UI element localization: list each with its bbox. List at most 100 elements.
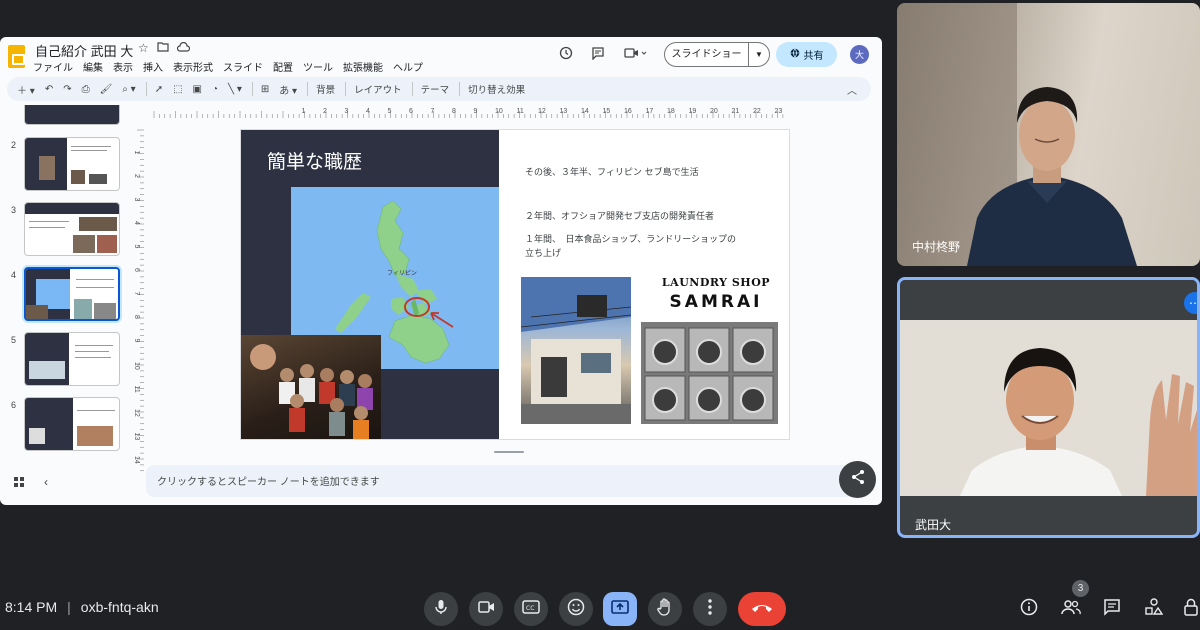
- menu-format[interactable]: 表示形式: [173, 59, 213, 74]
- ruler-label: 6: [133, 268, 140, 272]
- paint-format-icon[interactable]: 🖌︎: [100, 84, 113, 95]
- camera-icon: [477, 600, 495, 618]
- mic-button[interactable]: [424, 592, 458, 626]
- meeting-info-divider: |: [67, 599, 71, 615]
- ruler-label: 15: [603, 108, 611, 115]
- history-icon[interactable]: [559, 46, 573, 63]
- move-folder-icon[interactable]: [157, 41, 169, 55]
- info-icon[interactable]: [1020, 598, 1038, 621]
- meet-video-icon[interactable]: [624, 46, 648, 63]
- background-button[interactable]: 背景: [316, 82, 335, 96]
- layout-button[interactable]: レイアウト: [354, 82, 402, 96]
- thumbnail-slide-3[interactable]: [24, 202, 120, 256]
- slide-text-cebu[interactable]: その後、３年半、フィリピン セブ島で生活: [525, 166, 699, 180]
- text-style-label: あ: [279, 85, 290, 97]
- share-screen-fab[interactable]: [839, 461, 876, 498]
- ruler-label: 21: [732, 108, 740, 115]
- share-button[interactable]: 共有: [776, 42, 837, 67]
- menu-insert[interactable]: 挿入: [143, 59, 163, 74]
- tile-header: [900, 280, 1197, 320]
- toolbar-divider: [345, 82, 347, 96]
- toolbar: ＋ ▾ ↶ ↷ ⎙ 🖌︎ ⌕ ▾ ➚ ⬚ ▣ ◔ ╲ ▾ ⊞ あ ▾ 背景 レイ…: [7, 77, 871, 101]
- notes-resize-handle[interactable]: [494, 451, 524, 453]
- image-icon[interactable]: ▣: [193, 84, 202, 95]
- meeting-info: 8:14 PM | oxb-fntq-akn: [5, 599, 159, 615]
- ruler-label: 12: [538, 108, 546, 115]
- more-options-button[interactable]: [693, 592, 727, 626]
- document-title[interactable]: 自己紹介 武田 大: [35, 41, 133, 60]
- slide-text-offshore[interactable]: ２年間、オフショア開発セブ支店の開発責任者: [525, 210, 714, 224]
- theme-button[interactable]: テーマ: [421, 82, 450, 96]
- ruler-label: 2: [133, 174, 140, 178]
- print-icon[interactable]: ⎙: [82, 84, 90, 95]
- shop-exterior-image[interactable]: [521, 277, 631, 424]
- shape-icon[interactable]: ◔: [212, 84, 218, 95]
- more-options-icon[interactable]: ⋯: [1184, 292, 1197, 314]
- lock-icon[interactable]: [1184, 598, 1198, 621]
- reactions-button[interactable]: [559, 592, 593, 626]
- redo-icon[interactable]: ↷: [63, 84, 71, 95]
- ruler-label: 11: [133, 386, 140, 393]
- zoom-icon[interactable]: ⌕ ▾: [122, 84, 135, 95]
- comment-add-icon[interactable]: ⊞: [261, 84, 269, 95]
- chevron-down-icon[interactable]: ▼: [749, 50, 769, 59]
- raise-hand-button[interactable]: [648, 592, 682, 626]
- transition-button[interactable]: 切り替え効果: [468, 82, 525, 96]
- slideshow-label[interactable]: スライドショー: [665, 43, 749, 66]
- slideshow-button[interactable]: スライドショー ▼: [664, 42, 770, 67]
- participant-tile[interactable]: 中村柊野: [897, 3, 1200, 266]
- thumbnail-slide-2[interactable]: [24, 137, 120, 191]
- logo-line2: SAMRAI: [669, 292, 763, 312]
- account-avatar[interactable]: 大: [850, 45, 869, 64]
- star-icon[interactable]: ☆: [138, 41, 149, 55]
- collapse-toolbar-icon[interactable]: ︿: [847, 82, 857, 97]
- title-icons: ☆: [138, 41, 190, 55]
- participant-tile-active[interactable]: ⋯ 武田大: [897, 277, 1200, 538]
- textbox-icon[interactable]: ⬚: [173, 84, 182, 95]
- thumbnail-slide-1[interactable]: [24, 105, 120, 125]
- group-photo-image[interactable]: [241, 335, 381, 439]
- chat-icon[interactable]: [1103, 598, 1121, 621]
- menu-arrange[interactable]: 配置: [273, 59, 293, 74]
- new-slide-icon[interactable]: ＋ ▾: [17, 82, 35, 97]
- menu-tools[interactable]: ツール: [303, 59, 333, 74]
- thumbnail-slide-5[interactable]: [24, 332, 120, 386]
- comments-icon[interactable]: [591, 46, 605, 63]
- toolbar-divider: [411, 82, 413, 96]
- slide-text-shops-line1[interactable]: １年間、 日本食品ショップ、ランドリーショップの: [525, 233, 736, 247]
- end-call-button[interactable]: [738, 592, 786, 626]
- laundry-machines-image[interactable]: [641, 322, 778, 424]
- undo-icon[interactable]: ↶: [45, 84, 53, 95]
- menu-extensions[interactable]: 拡張機能: [343, 59, 383, 74]
- cloud-saved-icon[interactable]: [176, 41, 190, 55]
- people-icon[interactable]: [1061, 598, 1081, 621]
- participant-count-badge: 3: [1072, 580, 1089, 597]
- ruler-label: 4: [133, 221, 140, 225]
- thumbnail-slide-4[interactable]: [24, 267, 120, 321]
- horizontal-ruler: 1234567891011121314151617181920212223242…: [153, 108, 784, 118]
- chevron-left-icon[interactable]: ‹: [44, 475, 48, 489]
- line-icon[interactable]: ╲ ▾: [228, 84, 242, 95]
- thumbnail-slide-6[interactable]: [24, 397, 120, 451]
- globe-icon: [790, 48, 800, 61]
- menu-edit[interactable]: 編集: [83, 59, 103, 74]
- menu-file[interactable]: ファイル: [33, 59, 73, 74]
- slide-text-shops-line2[interactable]: 立ち上げ: [525, 247, 561, 261]
- menu-view[interactable]: 表示: [113, 59, 133, 74]
- slide-title[interactable]: 簡単な職歴: [267, 147, 362, 174]
- present-button[interactable]: [603, 592, 637, 626]
- captions-button[interactable]: CC: [514, 592, 548, 626]
- menu-help[interactable]: ヘルプ: [393, 59, 423, 74]
- activities-icon[interactable]: [1145, 598, 1164, 621]
- speaker-notes-field[interactable]: クリックするとスピーカー ノートを追加できます: [146, 465, 872, 497]
- ruler-label: 3: [345, 108, 349, 115]
- camera-button[interactable]: [469, 592, 503, 626]
- text-style-button[interactable]: あ ▾: [279, 82, 297, 97]
- select-icon[interactable]: ➚: [155, 84, 163, 95]
- menu-slide[interactable]: スライド: [223, 59, 263, 74]
- ruler-label: 9: [133, 339, 140, 343]
- slides-logo-icon[interactable]: [8, 45, 25, 68]
- slide-canvas[interactable]: 簡単な職歴 フィリピン その後、３年半、フィリピン セブ島で生活 ２年間、オフシ…: [241, 130, 789, 439]
- laundry-shop-logo[interactable]: LAUNDRY SHOP SAMRAI: [651, 276, 781, 312]
- grid-view-icon[interactable]: [14, 477, 25, 491]
